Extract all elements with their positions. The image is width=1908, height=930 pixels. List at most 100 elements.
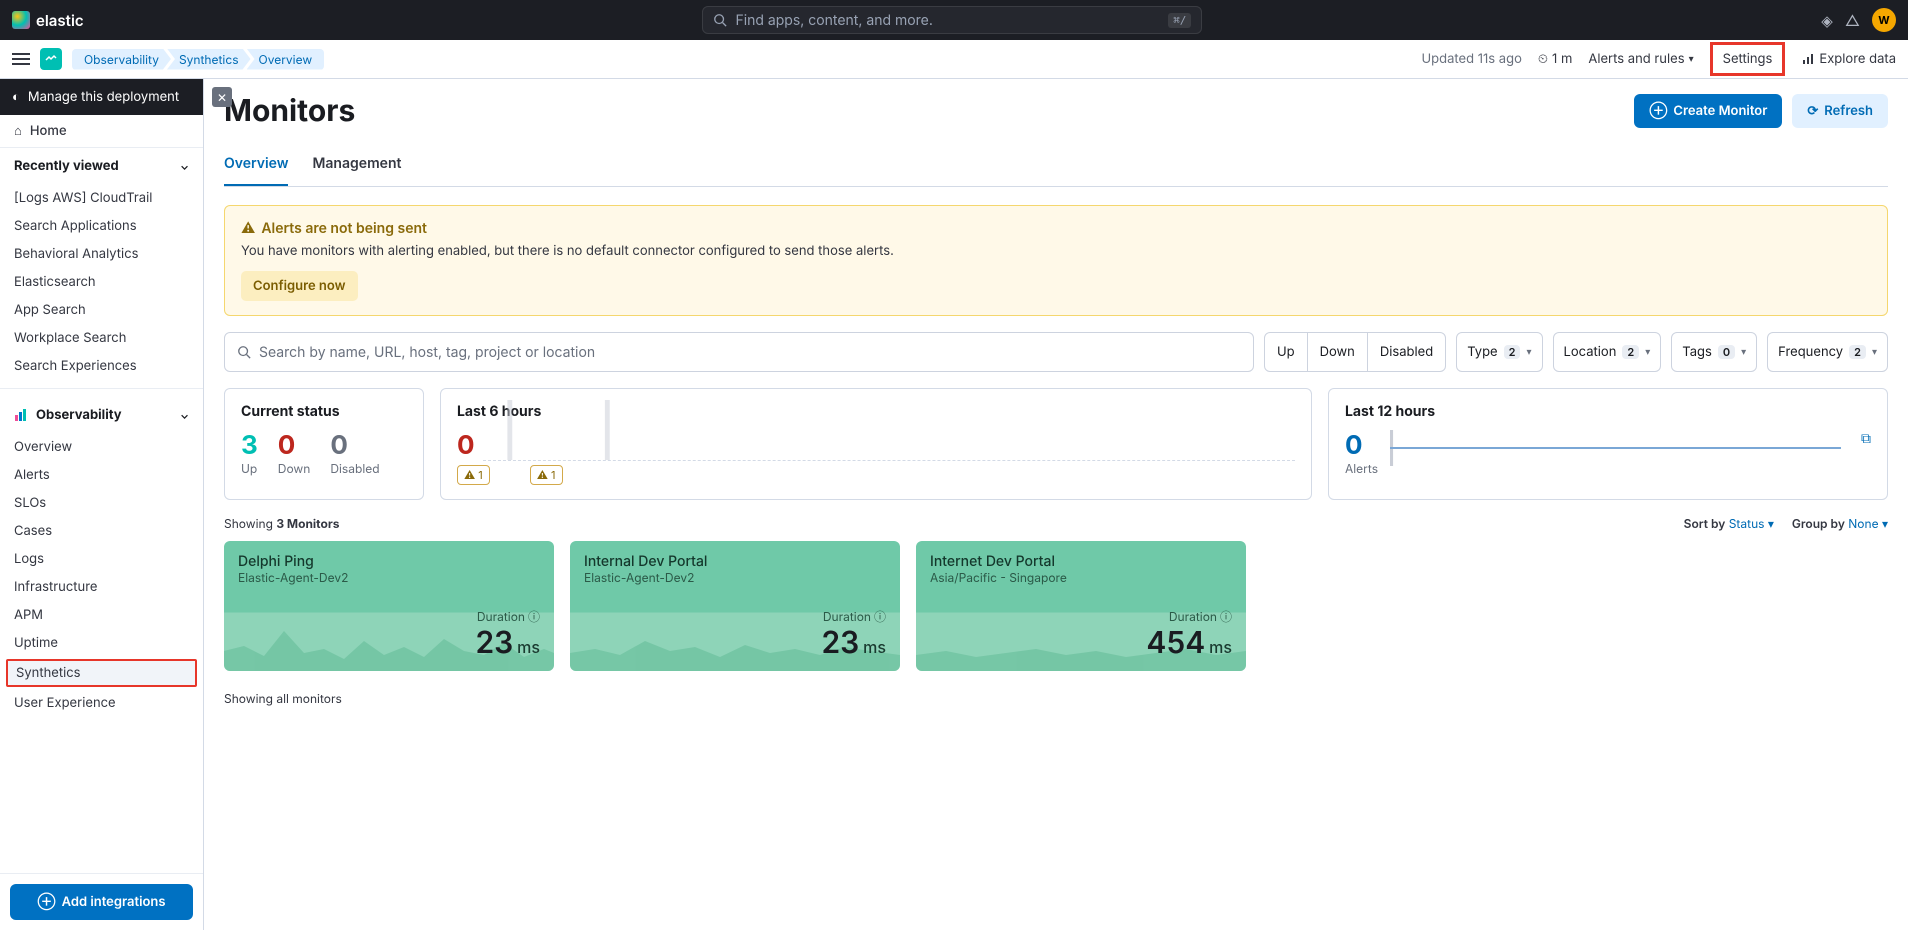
- monitor-grid: Delphi Ping Elastic-Agent-Dev2 Duration …: [224, 541, 1888, 671]
- main-content: ✕ Monitors ⊕ Create Monitor ⟳ Refresh Ov…: [204, 79, 1908, 930]
- crumb-overview[interactable]: Overview: [247, 49, 325, 70]
- frequency-filter[interactable]: Frequency2▾: [1767, 332, 1888, 372]
- app-subheader: Observability Synthetics Overview Update…: [0, 40, 1908, 79]
- chevron-down-icon: ⌄: [180, 159, 189, 173]
- warning-icon: ⚠: [464, 468, 475, 482]
- monitor-card[interactable]: Delphi Ping Elastic-Agent-Dev2 Duration …: [224, 541, 554, 671]
- type-filter[interactable]: Type2▾: [1456, 332, 1542, 372]
- last-12-hours-card: Last 12 hours 0 Alerts ⧉: [1328, 388, 1888, 500]
- crumb-synthetics[interactable]: Synthetics: [167, 49, 251, 70]
- warning-badge[interactable]: ⚠1: [457, 465, 490, 485]
- cloud-icon: ◐: [12, 89, 20, 105]
- monitor-card[interactable]: Internal Dev Portal Elastic-Agent-Dev2 D…: [570, 541, 900, 671]
- monitor-search-input[interactable]: Search by name, URL, host, tag, project …: [224, 332, 1254, 372]
- plus-icon: ⊕: [38, 894, 56, 910]
- timer-icon: ⏲: [1538, 51, 1548, 67]
- recent-list: [Logs AWS] CloudTrail Search Application…: [0, 184, 203, 873]
- global-search-placeholder: Find apps, content, and more.: [735, 12, 1160, 29]
- up-count: 3: [241, 430, 258, 461]
- sidebar-item-alerts[interactable]: Alerts: [0, 461, 203, 489]
- recent-item[interactable]: Elasticsearch: [0, 268, 203, 296]
- page-tabs: Overview Management: [224, 147, 1888, 187]
- user-avatar[interactable]: W: [1872, 8, 1896, 32]
- sidebar-item-cases[interactable]: Cases: [0, 517, 203, 545]
- info-icon: ⓘ: [528, 608, 540, 625]
- observability-icon: [14, 408, 28, 422]
- callout-body: You have monitors with alerting enabled,…: [241, 243, 1871, 259]
- status-filter-group: Up Down Disabled: [1264, 332, 1446, 372]
- global-topbar: elastic Find apps, content, and more. ⌘/…: [0, 0, 1908, 40]
- alert-callout: ⚠ Alerts are not being sent You have mon…: [224, 205, 1888, 316]
- chevron-down-icon: ▾: [1872, 346, 1877, 358]
- sort-by-select[interactable]: Status ▾: [1729, 516, 1774, 531]
- add-integrations-button[interactable]: ⊕ Add integrations: [10, 884, 193, 920]
- create-monitor-button[interactable]: ⊕ Create Monitor: [1634, 94, 1782, 128]
- observability-toggle[interactable]: Observability ⌄: [0, 397, 203, 433]
- monitor-card[interactable]: Internet Dev Portal Asia/Pacific - Singa…: [916, 541, 1246, 671]
- chevron-down-icon: ▾: [1645, 346, 1650, 358]
- global-search-input[interactable]: Find apps, content, and more. ⌘/: [702, 6, 1202, 34]
- sparkline-6h: [483, 400, 1295, 460]
- refresh-button[interactable]: ⟳ Refresh: [1792, 94, 1888, 128]
- filter-disabled[interactable]: Disabled: [1368, 333, 1445, 371]
- brand-text: elastic: [36, 11, 84, 30]
- group-by-select[interactable]: None ▾: [1848, 516, 1888, 531]
- plus-circle-icon: ⊕: [1649, 103, 1667, 119]
- explore-data-link[interactable]: Explore data: [1801, 51, 1896, 67]
- configure-now-button[interactable]: Configure now: [241, 271, 358, 301]
- warning-icon: ⚠: [537, 468, 548, 482]
- elastic-logo[interactable]: elastic: [12, 11, 84, 30]
- nav-toggle-icon[interactable]: [12, 53, 30, 65]
- settings-link[interactable]: Settings: [1710, 42, 1786, 76]
- sidebar-item-infrastructure[interactable]: Infrastructure: [0, 573, 203, 601]
- search-shortcut: ⌘/: [1168, 13, 1191, 28]
- collapse-sidebar-button[interactable]: ✕: [212, 87, 232, 107]
- tags-filter[interactable]: Tags0▾: [1671, 332, 1757, 372]
- space-selector[interactable]: [40, 48, 62, 70]
- newsfeed-icon[interactable]: △: [1845, 11, 1860, 30]
- tab-management[interactable]: Management: [312, 147, 401, 186]
- warning-icon: ⚠: [241, 220, 255, 237]
- sparkline-12h: [1390, 430, 1841, 466]
- zoom-icon[interactable]: ⧉: [1861, 430, 1871, 447]
- chart-icon: [1801, 52, 1815, 66]
- callout-title: Alerts are not being sent: [261, 220, 427, 237]
- crumb-observability[interactable]: Observability: [72, 49, 171, 70]
- info-icon: ⓘ: [874, 608, 886, 625]
- recent-item[interactable]: Search Experiences: [0, 352, 203, 380]
- sidebar-item-slos[interactable]: SLOs: [0, 489, 203, 517]
- disabled-count: 0: [330, 430, 379, 461]
- down-count: 0: [278, 430, 311, 461]
- home-icon: ⌂: [14, 123, 22, 139]
- sidebar-item-logs[interactable]: Logs: [0, 545, 203, 573]
- recent-item[interactable]: [Logs AWS] CloudTrail: [0, 184, 203, 212]
- current-status-card: Current status 3Up 0Down 0Disabled: [224, 388, 424, 500]
- info-icon: ⓘ: [1220, 608, 1232, 625]
- sidebar-item-overview[interactable]: Overview: [0, 433, 203, 461]
- recent-item[interactable]: Search Applications: [0, 212, 203, 240]
- refresh-icon: ⟳: [1807, 103, 1818, 119]
- filter-up[interactable]: Up: [1265, 333, 1308, 371]
- recent-item[interactable]: Behavioral Analytics: [0, 240, 203, 268]
- recent-item[interactable]: Workplace Search: [0, 324, 203, 352]
- alerts-rules-menu[interactable]: Alerts and rules ▾: [1588, 51, 1693, 67]
- recent-item[interactable]: App Search: [0, 296, 203, 324]
- warning-badge[interactable]: ⚠1: [530, 465, 563, 485]
- tab-overview[interactable]: Overview: [224, 147, 288, 186]
- sidebar-home[interactable]: ⌂ Home: [0, 115, 203, 147]
- chevron-down-icon: ▾: [1689, 53, 1694, 65]
- guide-icon[interactable]: ◈: [1821, 11, 1833, 30]
- refresh-interval[interactable]: ⏲ 1 m: [1538, 51, 1572, 67]
- sidebar-item-user-experience[interactable]: User Experience: [0, 689, 203, 717]
- manage-deployment-link[interactable]: ◐ Manage this deployment: [0, 79, 203, 115]
- filter-down[interactable]: Down: [1308, 333, 1368, 371]
- breadcrumb: Observability Synthetics Overview: [72, 49, 324, 70]
- chevron-down-icon: ▾: [1526, 346, 1531, 358]
- sidebar: ◐ Manage this deployment ⌂ Home Recently…: [0, 79, 204, 930]
- search-icon: [713, 13, 727, 27]
- recently-viewed-toggle[interactable]: Recently viewed ⌄: [0, 148, 203, 184]
- sidebar-item-apm[interactable]: APM: [0, 601, 203, 629]
- sidebar-item-synthetics[interactable]: Synthetics: [6, 659, 197, 687]
- sidebar-item-uptime[interactable]: Uptime: [0, 629, 203, 657]
- location-filter[interactable]: Location2▾: [1553, 332, 1662, 372]
